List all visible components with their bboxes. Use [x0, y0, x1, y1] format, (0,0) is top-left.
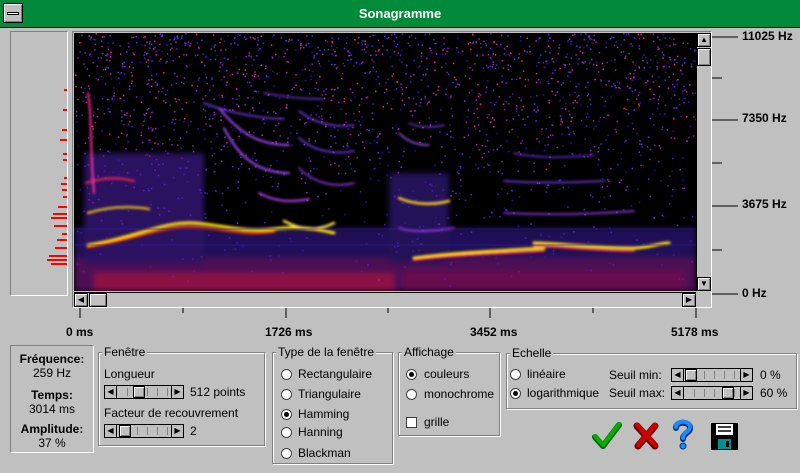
affichage-title: Affichage: [402, 345, 456, 359]
radio-rectangulaire[interactable]: [281, 369, 292, 380]
echelle-title: Echelle: [510, 346, 554, 360]
time-tick-0: 0 ms: [66, 325, 94, 339]
frequency-label: Fréquence:: [19, 352, 85, 366]
label-blackman[interactable]: Blackman: [298, 446, 351, 460]
vertical-scroll-thumb[interactable]: [697, 48, 711, 66]
label-couleurs[interactable]: couleurs: [424, 367, 469, 381]
seuil-min-slider[interactable]: ◀ ▶: [671, 368, 753, 382]
seuil-min-thumb[interactable]: [685, 369, 697, 381]
freq-tick-bottom: 0 Hz: [742, 286, 767, 300]
radio-triangulaire[interactable]: [281, 389, 292, 400]
overlap-slider-thumb[interactable]: [119, 425, 131, 437]
radio-monochrome[interactable]: [406, 389, 417, 400]
help-question-icon: [673, 419, 694, 450]
spectrogram-view[interactable]: [74, 33, 696, 291]
seuil-min-label: Seuil min:: [609, 368, 662, 382]
radio-couleurs[interactable]: [406, 369, 417, 380]
time-tick-2: 3452 ms: [470, 325, 518, 339]
length-slider-thumb[interactable]: [133, 386, 145, 398]
label-logarithmique[interactable]: logarithmique: [527, 386, 599, 400]
label-lineaire[interactable]: linéaire: [527, 367, 566, 381]
label-triangulaire[interactable]: Triangulaire: [298, 387, 361, 401]
time-tick-1: 1726 ms: [265, 325, 313, 339]
overlap-value: 2: [190, 424, 197, 438]
frequency-value: 259 Hz: [32, 366, 72, 380]
grid-checkbox[interactable]: [406, 417, 417, 428]
seuil-min-value: 0 %: [760, 368, 781, 382]
cursor-info-panel: Fréquence: 259 Hz Temps: 3014 ms Amplitu…: [10, 345, 94, 453]
radio-hamming[interactable]: [281, 409, 292, 420]
fenetre-title: Fenêtre: [102, 345, 148, 359]
time-label: Temps:: [31, 388, 73, 402]
freq-tick-top: 11025 Hz: [742, 29, 793, 43]
freq-tick-3: 3675 Hz: [742, 197, 787, 211]
arrow-right-icon[interactable]: ▶: [740, 387, 752, 399]
help-button[interactable]: [670, 419, 696, 451]
cancel-x-icon: [633, 422, 659, 450]
label-rectangulaire[interactable]: Rectangulaire: [298, 367, 372, 381]
freq-axis-ticks: [712, 36, 738, 295]
scroll-up-arrow-icon[interactable]: ▲: [697, 33, 711, 47]
seuil-max-label: Seuil max:: [609, 386, 666, 400]
time-value: 3014 ms: [28, 402, 76, 416]
amplitude-profile: [47, 89, 67, 265]
scroll-right-arrow-icon[interactable]: ▶: [682, 293, 696, 307]
length-value: 512 points: [190, 385, 246, 399]
radio-logarithmique[interactable]: [510, 388, 521, 399]
horizontal-scrollbar[interactable]: ◀ ▶: [74, 292, 696, 307]
save-button[interactable]: [710, 422, 740, 452]
seuil-max-thumb[interactable]: [722, 387, 734, 399]
window-type-title: Type de la fenêtre: [276, 345, 377, 359]
arrow-right-icon[interactable]: ▶: [740, 369, 752, 381]
arrow-left-icon[interactable]: ◀: [672, 387, 684, 399]
horizontal-scroll-thumb[interactable]: [89, 293, 107, 307]
grid-label[interactable]: grille: [424, 415, 449, 429]
window-title: Sonagramme: [358, 6, 442, 21]
vertical-scrollbar[interactable]: ▲ ▼: [696, 33, 711, 291]
amplitude-label: Amplitude:: [20, 422, 84, 436]
scroll-down-arrow-icon[interactable]: ▼: [697, 277, 711, 291]
freq-tick-2: 7350 Hz: [742, 111, 787, 125]
arrow-left-icon[interactable]: ◀: [672, 369, 684, 381]
ok-check-icon: [592, 422, 622, 449]
time-axis-ticks: [79, 308, 697, 318]
cancel-button[interactable]: [632, 422, 660, 450]
arrow-right-icon[interactable]: ▶: [171, 425, 183, 437]
radio-hanning[interactable]: [281, 427, 292, 438]
arrow-right-icon[interactable]: ▶: [171, 386, 183, 398]
seuil-max-value: 60 %: [760, 386, 788, 400]
length-slider[interactable]: ◀ ▶: [104, 385, 184, 399]
arrow-left-icon[interactable]: ◀: [105, 425, 117, 437]
scroll-left-arrow-icon[interactable]: ◀: [74, 293, 88, 307]
overlap-label: Facteur de recouvrement: [104, 406, 239, 420]
label-monochrome[interactable]: monochrome: [424, 387, 494, 401]
amplitude-value: 37 %: [38, 436, 66, 450]
label-hanning[interactable]: Hanning: [298, 425, 343, 439]
time-tick-3: 5178 ms: [671, 325, 719, 339]
length-label: Longueur: [104, 367, 155, 381]
amplitude-profile-panel: [10, 31, 68, 296]
spectrogram-image: [74, 33, 696, 291]
radio-blackman[interactable]: [281, 448, 292, 459]
seuil-max-slider[interactable]: ◀ ▶: [671, 386, 753, 400]
radio-lineaire[interactable]: [510, 369, 521, 380]
save-disk-icon: [711, 423, 738, 450]
ok-button[interactable]: [592, 421, 622, 451]
label-hamming[interactable]: Hamming: [298, 407, 349, 421]
overlap-slider[interactable]: ◀ ▶: [104, 424, 184, 438]
arrow-left-icon[interactable]: ◀: [105, 386, 117, 398]
